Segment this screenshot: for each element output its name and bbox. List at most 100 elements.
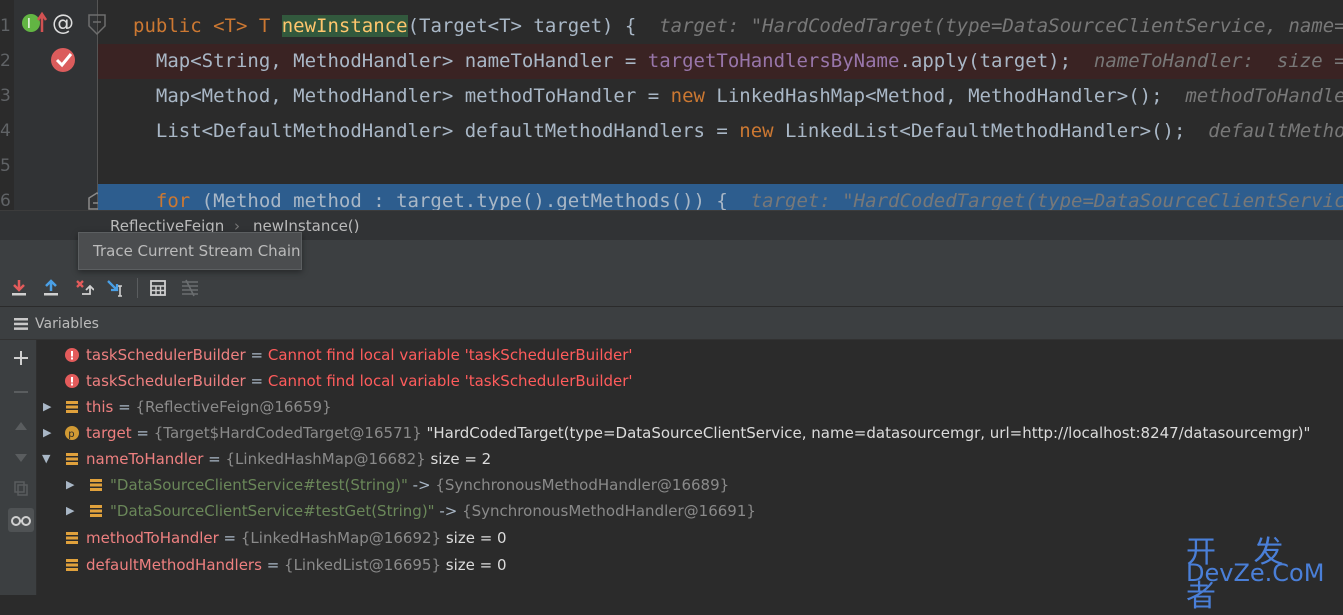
trace-stream-icon[interactable] [180, 278, 200, 298]
variable-name: defaultMethodHandlers [86, 556, 262, 574]
variable-value: size = 0 [441, 529, 507, 547]
code-line[interactable]: List<DefaultMethodHandler> defaultMethod… [98, 114, 1343, 149]
variables-header: Variables [0, 306, 1343, 340]
code-text: (Target<T> target) { [407, 15, 660, 37]
inline-debug-hint: target: "HardCodedTarget(type=DataSource… [659, 15, 1343, 37]
line-number: 6 [0, 191, 11, 210]
move-down-icon[interactable] [13, 450, 29, 466]
object-reference: {LinkedHashMap@16692} [240, 529, 442, 547]
variable-value: size = 0 [441, 556, 507, 574]
code-keyword: public <T> T [133, 15, 282, 37]
variable-row-method-to-handler[interactable]: methodToHandler = {LinkedHashMap@16692} … [37, 525, 1343, 551]
variable-row-default-method-handlers[interactable]: defaultMethodHandlers = {LinkedList@1669… [37, 552, 1343, 578]
variable-value: "HardCodedTarget(type=DataSourceClientSe… [421, 424, 1311, 442]
implementing-method-icon[interactable]: I [20, 10, 48, 36]
error-message: Cannot find local variable 'taskSchedule… [267, 372, 633, 390]
code-line-breakpoint[interactable]: Map<String, MethodHandler> nameToHandler… [98, 44, 1343, 79]
variable-row-name-to-handler[interactable]: ▼ nameToHandler = {LinkedHashMap@16682} … [37, 446, 1343, 472]
code-text: Map<String, MethodHandler> nameToHandler… [133, 50, 648, 72]
glasses-icon [11, 516, 31, 526]
equals-sign: = [113, 398, 136, 416]
run-to-cursor-icon[interactable] [106, 278, 126, 298]
variable-row-error[interactable]: taskSchedulerBuilder = Cannot find local… [37, 342, 1343, 368]
code-text: LinkedList<DefaultMethodHandler>(); [773, 120, 1209, 142]
inline-debug-hint: nameToHandler: size = 2 [1093, 50, 1343, 72]
left-strip [0, 340, 7, 595]
line-number: 2 [0, 51, 11, 71]
copy-icon[interactable] [13, 480, 29, 496]
object-reference: {Target$HardCodedTarget@16571} [153, 424, 422, 442]
svg-text:p: p [68, 429, 74, 440]
object-reference: {SynchronousMethodHandler@16689} [435, 476, 730, 494]
line-number: 4 [0, 121, 11, 141]
code-text: Map<Method, MethodHandler> methodToHandl… [133, 85, 671, 107]
drop-frame-icon[interactable] [74, 278, 94, 298]
equals-sign: = [218, 529, 241, 547]
move-up-icon[interactable] [13, 418, 29, 434]
variables-title: Variables [35, 316, 99, 332]
variable-name: taskSchedulerBuilder [86, 346, 246, 364]
code-text: (Method method : target.type().getMethod… [190, 190, 751, 210]
code-line[interactable]: Map<Method, MethodHandler> methodToHandl… [98, 79, 1343, 114]
watermark-text: DevZe.CoM [1186, 559, 1325, 587]
map-arrow: -> [407, 476, 436, 494]
object-reference: {LinkedHashMap@16682} [225, 450, 426, 468]
code-keyword: for [155, 190, 191, 210]
code-line-empty[interactable] [98, 149, 1343, 184]
variable-value: size = 2 [425, 450, 492, 468]
variable-name: this [86, 398, 114, 416]
svg-text:@: @ [52, 11, 74, 35]
expand-arrow-icon[interactable]: ▶ [66, 472, 74, 498]
map-entry-icon [90, 505, 102, 517]
expand-arrow-icon[interactable]: ▶ [66, 498, 74, 524]
map-entry-row[interactable]: ▶ "DataSourceClientService#testGet(Strin… [37, 498, 1343, 524]
equals-sign: = [245, 346, 268, 364]
map-key: "DataSourceClientService#testGet(String)… [110, 502, 435, 520]
variable-name: methodToHandler [86, 529, 219, 547]
method-name-highlight: newInstance [281, 15, 408, 37]
code-line[interactable]: public <T> T newInstance(Target<T> targe… [98, 9, 1343, 44]
parameter-icon: p [65, 426, 79, 440]
line-number: 3 [0, 86, 11, 106]
code-keyword: new [670, 85, 705, 107]
show-watches-toggle[interactable] [8, 508, 34, 532]
step-into-icon[interactable] [9, 278, 29, 298]
variables-side-toolbar [7, 340, 37, 595]
variable-row-error[interactable]: taskSchedulerBuilder = Cannot find local… [37, 368, 1343, 394]
object-reference: {SynchronousMethodHandler@16691} [462, 502, 756, 520]
map-arrow: -> [434, 502, 463, 520]
remove-watch-icon[interactable] [13, 384, 29, 400]
expand-arrow-icon[interactable]: ▶ [43, 394, 51, 420]
tooltip: Trace Current Stream Chain [78, 232, 302, 270]
map-entry-icon [90, 479, 102, 491]
error-icon [65, 348, 79, 362]
collapse-arrow-icon[interactable]: ▼ [42, 446, 50, 472]
add-watch-icon[interactable] [13, 350, 29, 366]
variable-row-this[interactable]: ▶ this = {ReflectiveFeign@16659} [37, 394, 1343, 420]
variable-row-target[interactable]: ▶ p target = {Target$HardCodedTarget@165… [37, 420, 1343, 446]
equals-sign: = [261, 556, 285, 574]
breakpoint-icon[interactable] [50, 46, 78, 74]
code-editor[interactable]: 1 2 3 4 5 6 I @ public <T> T newInstance… [0, 0, 1343, 210]
code-text: .apply(target); [899, 50, 1094, 72]
step-out-icon[interactable] [41, 278, 61, 298]
variable-name: target [86, 424, 132, 442]
object-field-icon [66, 559, 78, 571]
inline-debug-hint: target: "HardCodedTarget(type=DataSource… [750, 190, 1343, 210]
evaluate-expression-icon[interactable] [148, 278, 168, 298]
code-text: List<DefaultMethodHandler> defaultMethod… [133, 120, 740, 142]
expand-arrow-icon[interactable]: ▶ [43, 420, 51, 446]
annotation-icon[interactable]: @ [52, 11, 76, 35]
object-reference: {LinkedList@16695} [284, 556, 441, 574]
inline-debug-hint: defaultMethodHandlers: size = 0 [1208, 120, 1343, 142]
list-icon [14, 318, 28, 330]
map-entry-row[interactable]: ▶ "DataSourceClientService#test(String)"… [37, 472, 1343, 498]
map-key: "DataSourceClientService#test(String)" [110, 476, 408, 494]
error-message: Cannot find local variable 'taskSchedule… [267, 346, 633, 364]
code-line-current[interactable]: for (Method method : target.type().getMe… [98, 184, 1343, 210]
object-field-icon [66, 453, 78, 465]
object-reference: {ReflectiveFeign@16659} [135, 398, 332, 416]
equals-sign: = [245, 372, 268, 390]
variables-tree[interactable]: taskSchedulerBuilder = Cannot find local… [37, 340, 1343, 595]
